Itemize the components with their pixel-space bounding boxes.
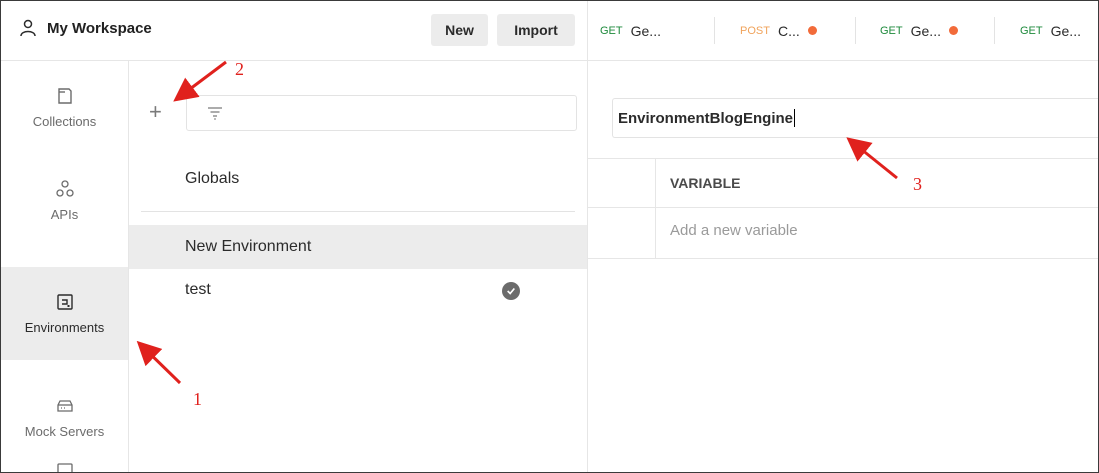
env-item-label: test	[185, 281, 211, 298]
tab-method: GET	[600, 24, 623, 37]
annotation-label-3: 3	[913, 174, 922, 194]
sidebar-item-apis[interactable]: APIs	[1, 154, 128, 247]
filter-input[interactable]	[186, 95, 577, 131]
environment-name-value: EnvironmentBlogEngine	[618, 109, 794, 127]
workspace-header: My Workspace New Import	[1, 1, 588, 61]
annotation-label-2: 2	[235, 59, 244, 79]
unsaved-dot-icon	[807, 26, 817, 35]
import-button[interactable]: Import	[497, 14, 575, 46]
tab-request[interactable]: GET Ge...	[600, 1, 661, 60]
workspace-title[interactable]: My Workspace	[19, 19, 152, 37]
tab-title: Ge...	[910, 22, 941, 39]
collections-icon	[57, 88, 72, 104]
sidebar-item-collections[interactable]: Collections	[1, 61, 128, 154]
tab-title: Ge...	[1050, 22, 1081, 39]
environments-icon	[56, 294, 73, 310]
unsaved-dot-icon	[948, 26, 958, 35]
app-window: My Workspace New Import Collections APIs	[0, 0, 1099, 473]
mock-servers-icon	[56, 400, 73, 412]
env-item-label: New Environment	[185, 238, 312, 255]
sidebar-item-mock-servers[interactable]: Mock Servers	[1, 371, 128, 464]
tab-method: POST	[740, 24, 770, 37]
check-icon	[502, 282, 520, 300]
environment-name-input[interactable]: EnvironmentBlogEngine	[612, 98, 1098, 138]
column-header-variable: VARIABLE	[670, 175, 741, 191]
sidebar-item-label: Environments	[24, 320, 105, 335]
tab-title: Ge...	[630, 22, 661, 39]
add-variable-input[interactable]: Add a new variable	[670, 222, 798, 239]
sidebar-item-label: Mock Servers	[24, 424, 105, 439]
tab-method: GET	[1020, 24, 1043, 37]
environments-panel: + Globals New Environment test	[129, 61, 588, 472]
table-line	[588, 258, 1098, 259]
env-item-new-environment[interactable]: New Environment	[129, 225, 587, 269]
filter-icon	[208, 107, 222, 120]
annotation-label-1: 1	[193, 389, 202, 409]
request-tabs: GET Ge... POST C... GET Ge... GET Ge...	[588, 1, 1098, 61]
sidebar-item-environments[interactable]: Environments	[1, 267, 128, 360]
text-cursor	[794, 109, 796, 127]
env-list-divider	[141, 211, 575, 212]
apis-icon	[55, 180, 74, 197]
tab-separator	[855, 17, 856, 44]
env-item-test[interactable]: test	[129, 269, 587, 313]
add-environment-button[interactable]: +	[149, 101, 162, 123]
tab-method: GET	[880, 24, 903, 37]
new-button[interactable]: New	[431, 14, 488, 46]
tab-separator	[994, 17, 995, 44]
variables-table: VARIABLE Add a new variable	[588, 158, 1098, 259]
env-item-globals[interactable]: Globals	[129, 157, 587, 201]
tab-request[interactable]: GET Ge...	[880, 1, 958, 60]
env-item-label: Globals	[185, 170, 240, 187]
user-icon	[20, 19, 36, 37]
workspace-title-text: My Workspace	[47, 19, 152, 37]
sidebar-item-label: Collections	[32, 114, 97, 129]
tab-title: C...	[777, 22, 800, 39]
tab-request[interactable]: GET Ge...	[1020, 1, 1081, 60]
table-line	[588, 207, 1098, 208]
table-column-divider	[655, 158, 656, 259]
sidebar-item-label: APIs	[50, 207, 79, 222]
tab-request[interactable]: POST C...	[740, 1, 817, 60]
tab-separator	[714, 17, 715, 44]
table-line	[588, 158, 1098, 159]
sidebar-item-more[interactable]	[1, 456, 128, 472]
monitor-icon	[56, 463, 73, 472]
sidebar: Collections APIs Environments Mock Serve…	[1, 61, 129, 472]
